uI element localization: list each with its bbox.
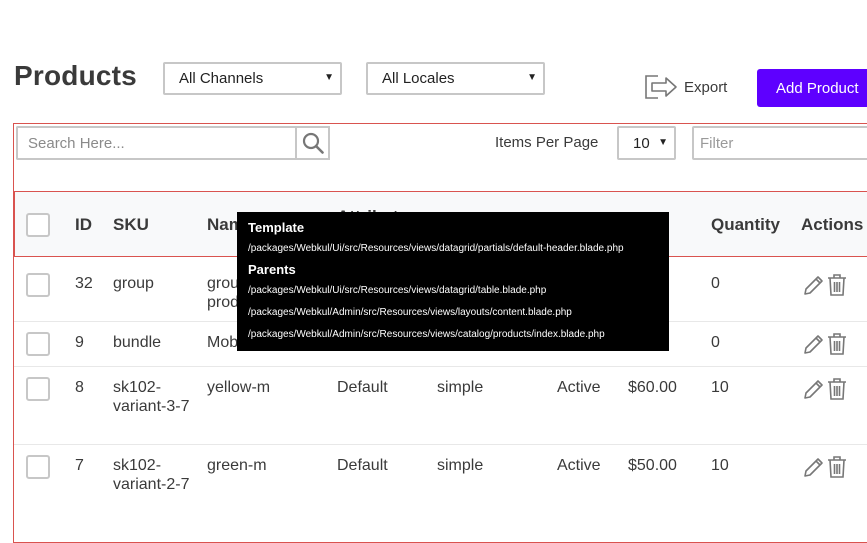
- caret-down-icon: ▼: [658, 137, 668, 148]
- row-checkbox[interactable]: [26, 455, 50, 479]
- row-checkbox[interactable]: [26, 273, 50, 297]
- row-id: 8: [75, 379, 84, 396]
- tooltip-parent-path: /packages/Webkul/Admin/src/Resources/vie…: [248, 307, 572, 318]
- export-label: Export: [684, 78, 728, 96]
- trash-icon[interactable]: [826, 455, 848, 479]
- row-quantity: 0: [711, 275, 720, 292]
- row-type: simple: [437, 457, 484, 474]
- row-sku: bundle: [113, 334, 162, 351]
- row-family: Default: [337, 457, 388, 474]
- items-per-page-value: 10: [633, 134, 650, 152]
- pencil-icon[interactable]: [802, 332, 826, 356]
- row-sku: sk102-variant-2-7: [113, 457, 190, 493]
- tooltip-template-heading: Template: [248, 220, 305, 235]
- items-per-page-label: Items Per Page: [495, 134, 599, 151]
- search-icon: [302, 132, 324, 154]
- column-actions: Actions: [801, 215, 864, 234]
- pencil-icon[interactable]: [802, 377, 826, 401]
- row-sku: group: [113, 275, 154, 292]
- export-icon: [645, 75, 677, 99]
- caret-down-icon: ▼: [527, 72, 537, 83]
- pencil-icon[interactable]: [802, 273, 826, 297]
- tooltip-parent-path: /packages/Webkul/Admin/src/Resources/vie…: [248, 329, 605, 340]
- trash-icon[interactable]: [826, 332, 848, 356]
- row-divider: [14, 444, 867, 445]
- row-name: yellow-m: [207, 379, 271, 396]
- row-family: Default: [337, 379, 388, 396]
- row-status: Active: [557, 379, 601, 396]
- add-product-button[interactable]: Add Product: [757, 69, 867, 107]
- row-quantity: 10: [711, 457, 729, 474]
- search-button[interactable]: [295, 126, 330, 160]
- row-quantity: 10: [711, 379, 729, 396]
- export-button[interactable]: Export: [644, 74, 727, 100]
- row-id: 32: [75, 275, 93, 292]
- row-divider: [14, 366, 867, 367]
- row-status: Active: [557, 457, 601, 474]
- trash-icon[interactable]: [826, 273, 848, 297]
- row-name: Mob: [207, 334, 239, 351]
- row-quantity: 0: [711, 334, 720, 351]
- caret-down-icon: ▼: [324, 72, 334, 83]
- row-checkbox[interactable]: [26, 332, 50, 356]
- trash-icon[interactable]: [826, 377, 848, 401]
- column-id[interactable]: ID: [75, 215, 92, 235]
- locales-select[interactable]: All Locales ▼: [366, 62, 545, 95]
- row-id: 9: [75, 334, 84, 351]
- row-price: $60.00: [628, 379, 677, 396]
- channels-select[interactable]: All Channels ▼: [163, 62, 342, 95]
- row-price: $50.00: [628, 457, 677, 474]
- tooltip-template-path: /packages/Webkul/Ui/src/Resources/views/…: [248, 243, 624, 254]
- select-all-checkbox[interactable]: [26, 213, 50, 237]
- items-per-page-select[interactable]: 10 ▼: [617, 126, 676, 160]
- locales-select-value: All Locales: [382, 70, 455, 87]
- filter-input[interactable]: Filter: [692, 126, 867, 160]
- row-sku: sk102-variant-3-7: [113, 379, 190, 415]
- channels-select-value: All Channels: [179, 70, 264, 87]
- row-checkbox[interactable]: [26, 377, 50, 401]
- tooltip-parent-path: /packages/Webkul/Ui/src/Resources/views/…: [248, 285, 547, 296]
- column-quantity[interactable]: Quantity: [711, 215, 780, 235]
- row-name: green-m: [207, 457, 267, 474]
- pencil-icon[interactable]: [802, 455, 826, 479]
- row-type: simple: [437, 379, 484, 396]
- column-sku[interactable]: SKU: [113, 215, 149, 235]
- row-id: 7: [75, 457, 84, 474]
- search-input[interactable]: Search Here...: [16, 126, 296, 160]
- template-debug-tooltip: Template /packages/Webkul/Ui/src/Resourc…: [237, 212, 669, 351]
- tooltip-parents-heading: Parents: [248, 262, 296, 277]
- page-title: Products: [14, 60, 137, 91]
